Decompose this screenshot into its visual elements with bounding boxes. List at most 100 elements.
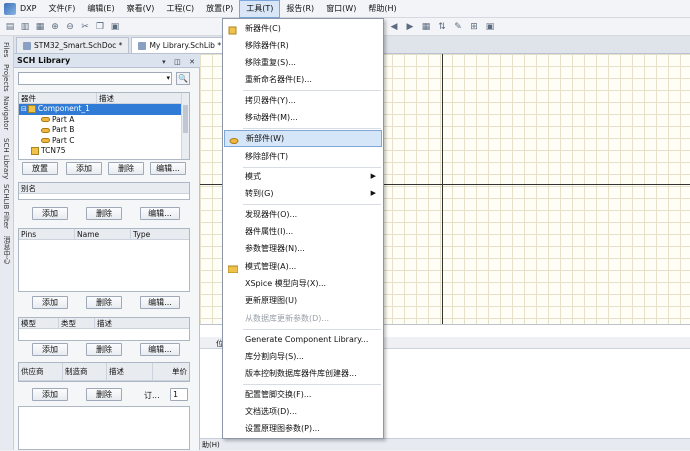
collapse-icon[interactable]: ⊟ — [21, 105, 27, 113]
tab-my-library-schlib[interactable]: My Library.SchLib * — [131, 37, 229, 53]
menu-document-options[interactable]: 文档选项(D)... — [224, 403, 382, 420]
menu-generate-component-library[interactable]: Generate Component Library... — [224, 331, 382, 348]
col-model[interactable]: 模型 — [19, 318, 59, 328]
place-button[interactable]: 放置 — [22, 162, 58, 175]
order-quantity-stepper[interactable]: 1 — [170, 388, 188, 401]
menu-version-control-db-creator[interactable]: 版本控制数据库器件库创建器... — [224, 365, 382, 382]
delete-component-button[interactable]: 删除 — [108, 162, 144, 175]
menu-project[interactable]: 工程(C) — [160, 0, 200, 18]
alias-list[interactable]: 别名 — [18, 182, 190, 200]
panel-controls[interactable]: ▾ ◫ ✕ — [162, 55, 198, 69]
col-manufacturer[interactable]: 制造商 — [63, 363, 107, 380]
side-tab-navigator[interactable]: Navigator — [0, 96, 14, 136]
menu-edit[interactable]: 编辑(E) — [81, 0, 120, 18]
menu-place[interactable]: 放置(P) — [200, 0, 239, 18]
col-model-type[interactable]: 类型 — [59, 318, 95, 328]
menu-reports[interactable]: 报告(R) — [280, 0, 320, 18]
add-alias-button[interactable]: 添加 — [32, 207, 68, 220]
delete-pin-button[interactable]: 删除 — [86, 296, 122, 309]
col-pins[interactable]: Pins — [19, 229, 75, 239]
tree-item-part-c[interactable]: Part C — [19, 136, 189, 147]
delete-alias-button[interactable]: 删除 — [86, 207, 122, 220]
col-unit-price[interactable]: 单价 — [153, 363, 189, 380]
col-supplier[interactable]: 供应商 — [19, 363, 63, 380]
menu-xspice-wizard[interactable]: XSpice 模型向导(X)... — [224, 275, 382, 292]
menu-schematic-preferences[interactable]: 设置原理图参数(P)... — [224, 420, 382, 437]
menu-component-properties[interactable]: 器件属性(I)... — [224, 223, 382, 240]
forward-icon[interactable]: ▶ — [404, 21, 416, 33]
menu-remove-component[interactable]: 移除器件(R) — [224, 37, 382, 54]
tree-item-tcn75[interactable]: TCN75 — [19, 146, 189, 157]
components-list[interactable]: 器件 描述 ⊟ Component_1 Part A Part B Part C … — [18, 92, 190, 160]
side-tab-sch-library[interactable]: SCH Library — [0, 138, 14, 182]
open-icon[interactable]: ▤ — [4, 21, 16, 33]
col-type[interactable]: Type — [131, 229, 189, 239]
add-pin-button[interactable]: 添加 — [32, 296, 68, 309]
col-description[interactable]: 描述 — [97, 93, 183, 103]
col-supplier-description[interactable]: 描述 — [107, 363, 153, 380]
menu-goto[interactable]: 转到(G) ▶ — [224, 185, 382, 202]
menu-remove-duplicates[interactable]: 移除重复(S)... — [224, 54, 382, 71]
menu-help[interactable]: 帮助(H) — [362, 0, 402, 18]
save-icon[interactable]: ▥ — [19, 21, 31, 33]
align-icon[interactable]: ⇅ — [436, 21, 448, 33]
dxp-logo-icon[interactable] — [4, 2, 16, 15]
delete-model-button[interactable]: 删除 — [86, 343, 122, 356]
menu-window[interactable]: 窗口(W) — [320, 0, 362, 18]
search-button[interactable]: 🔍 — [176, 72, 190, 85]
tree-item-part-a[interactable]: Part A — [19, 115, 189, 126]
library-search-input[interactable]: ▾ — [18, 72, 172, 85]
models-list[interactable]: 模型 类型 描述 — [18, 317, 190, 341]
menu-model-manager[interactable]: 模式管理(A)... — [224, 258, 382, 275]
component-icon[interactable]: ▣ — [484, 21, 496, 33]
edit-model-button[interactable]: 编辑... — [140, 343, 180, 356]
add-supplier-button[interactable]: 添加 — [32, 388, 68, 401]
col-model-description[interactable]: 描述 — [95, 318, 189, 328]
menu-new-part[interactable]: 新部件(W) — [224, 130, 382, 147]
menu-file[interactable]: 文件(F) — [42, 0, 81, 18]
components-scrollbar[interactable] — [181, 93, 189, 159]
side-tab-messages[interactable]: 消息中心 — [0, 236, 14, 276]
arrange-icon[interactable]: ⊞ — [468, 21, 480, 33]
menu-update-schematics[interactable]: 更新原理图(U) — [224, 292, 382, 309]
side-tab-files[interactable]: Files — [0, 42, 14, 62]
menu-mode[interactable]: 模式 ▶ — [224, 168, 382, 185]
menu-parameter-manager[interactable]: 参数管理器(N)... — [224, 240, 382, 257]
zoom-out-icon[interactable]: ⊖ — [64, 21, 76, 33]
add-component-button[interactable]: 添加 — [66, 162, 102, 175]
print-icon[interactable]: ▦ — [34, 21, 46, 33]
zoom-in-icon[interactable]: ⊕ — [49, 21, 61, 33]
copy-icon[interactable]: ❐ — [94, 21, 106, 33]
edit-component-button[interactable]: 编辑... — [150, 162, 186, 175]
grid-icon[interactable]: ▦ — [420, 21, 432, 33]
side-tab-schlib-filter[interactable]: SCHLIB Filter — [0, 184, 14, 234]
menu-tools[interactable]: 工具(T) — [239, 0, 281, 18]
paste-icon[interactable]: ▣ — [109, 21, 121, 33]
edit-alias-button[interactable]: 编辑... — [140, 207, 180, 220]
chevron-down-icon[interactable]: ▾ — [166, 74, 170, 82]
add-model-button[interactable]: 添加 — [32, 343, 68, 356]
supplier-list[interactable]: 供应商 制造商 描述 单价 — [18, 362, 190, 382]
cut-icon[interactable]: ✂ — [79, 21, 91, 33]
menu-find-component[interactable]: 发现器件(O)... — [224, 206, 382, 223]
tree-item-part-b[interactable]: Part B — [19, 125, 189, 136]
draw-icon[interactable]: ✎ — [452, 21, 464, 33]
menu-view[interactable]: 察看(V) — [121, 0, 161, 18]
menu-remove-part[interactable]: 移除部件(T) — [224, 148, 382, 165]
delete-supplier-button[interactable]: 删除 — [86, 388, 122, 401]
side-tab-projects[interactable]: Projects — [0, 64, 14, 94]
menu-move-component[interactable]: 移动器件(M)... — [224, 109, 382, 126]
menu-new-component[interactable]: 新器件(C) — [224, 20, 382, 37]
col-alias[interactable]: 别名 — [19, 183, 189, 193]
col-name[interactable]: Name — [75, 229, 131, 239]
menu-configure-pin-swapping[interactable]: 配置管脚交换(F)... — [224, 386, 382, 403]
tree-item-component-1[interactable]: ⊟ Component_1 — [19, 104, 181, 115]
tab-stm32-schdoc[interactable]: STM32_Smart.SchDoc * — [16, 37, 130, 53]
menu-copy-component[interactable]: 拷贝器件(Y)... — [224, 92, 382, 109]
col-component[interactable]: 器件 — [19, 93, 97, 103]
edit-pin-button[interactable]: 编辑... — [140, 296, 180, 309]
menu-rename-component[interactable]: 重新命名器件(E)... — [224, 71, 382, 88]
supplier-detail-list[interactable] — [18, 406, 190, 450]
back-icon[interactable]: ◀ — [388, 21, 400, 33]
menu-dxp[interactable]: DXP — [18, 0, 42, 18]
